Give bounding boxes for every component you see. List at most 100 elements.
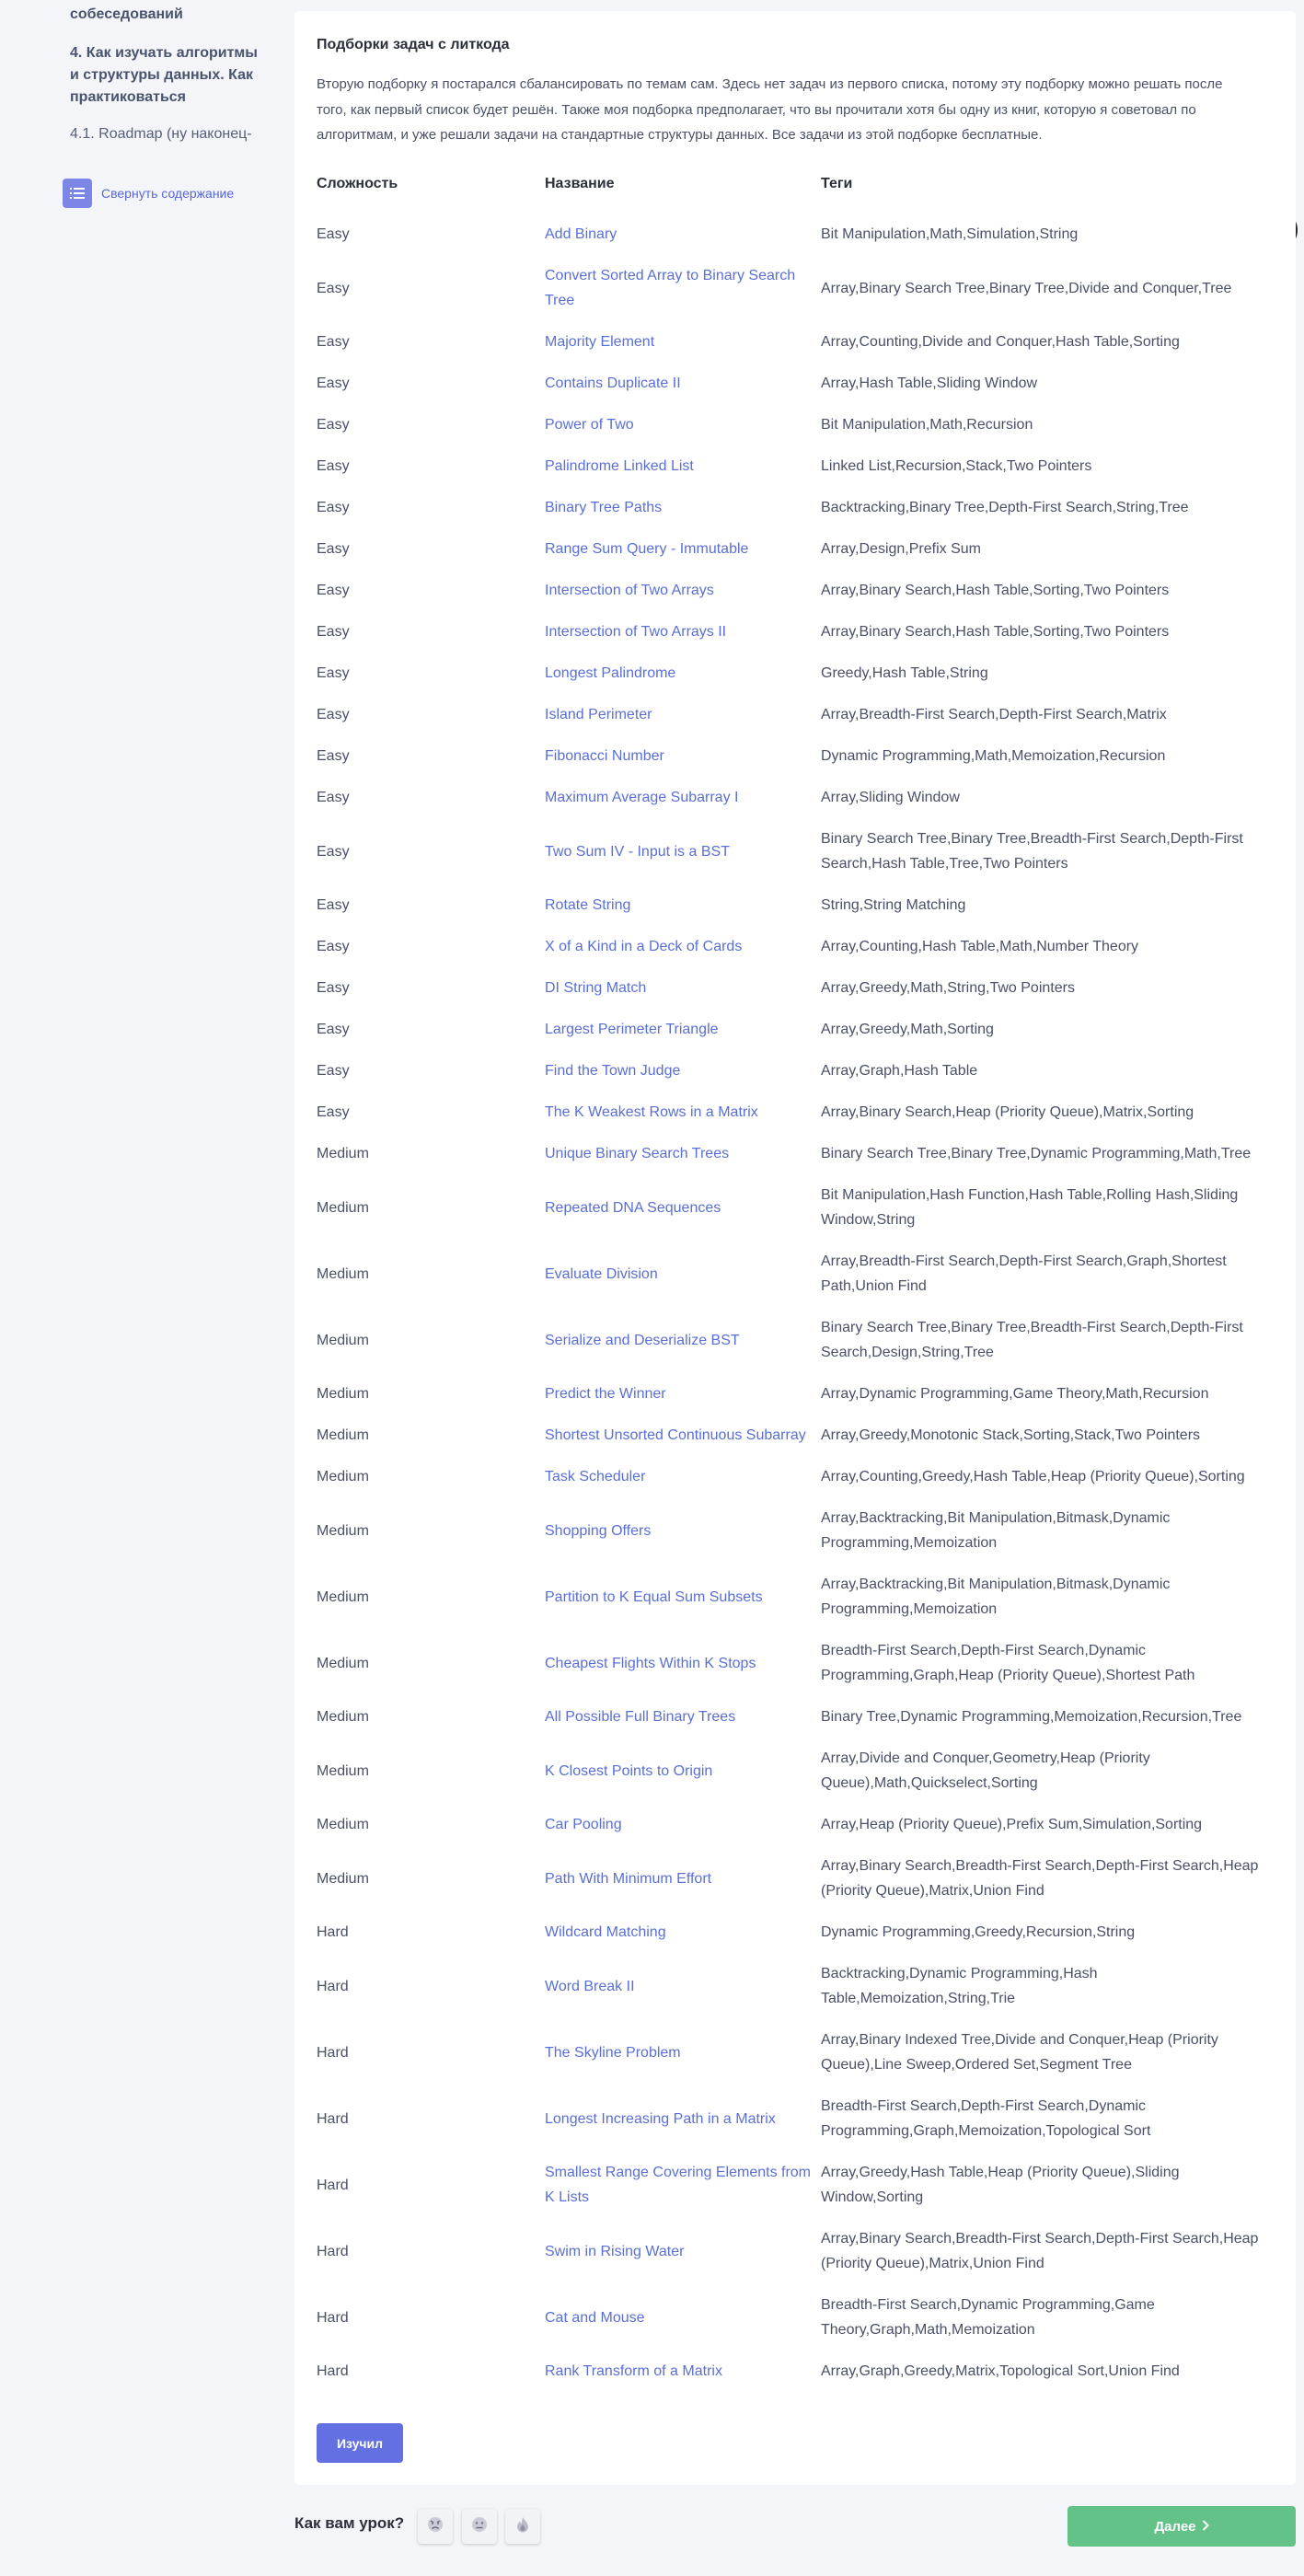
task-link[interactable]: K Closest Points to Origin bbox=[545, 1738, 821, 1804]
task-tags: Breadth-First Search,Depth-First Search,… bbox=[821, 2098, 1151, 2139]
task-link[interactable]: Smallest Range Covering Elements from K … bbox=[545, 2152, 821, 2218]
task-link[interactable]: Partition to K Equal Sum Subsets bbox=[545, 1564, 821, 1630]
angry-face-icon bbox=[426, 2515, 444, 2538]
table-row: Easy Maximum Average Subarray I Array,Slid… bbox=[317, 777, 1281, 818]
rate-bad-button[interactable] bbox=[418, 2509, 453, 2544]
task-link[interactable]: Serialize and Deserialize BST bbox=[545, 1307, 821, 1373]
task-difficulty: Hard bbox=[317, 1924, 349, 1940]
section-title: Подборки задач с литкода bbox=[317, 37, 510, 52]
task-link[interactable]: Contains Duplicate II bbox=[545, 363, 821, 404]
task-link[interactable]: Swim in Rising Water bbox=[545, 2218, 821, 2284]
table-row: Easy Contains Duplicate II Array,Hash Tabl… bbox=[317, 363, 1281, 404]
rate-great-button[interactable] bbox=[505, 2509, 540, 2544]
toc-item-algorithms[interactable]: 4. Как изучать алгоритмы и структуры дан… bbox=[70, 42, 268, 109]
task-link[interactable]: Cheapest Flights Within K Stops bbox=[545, 1630, 821, 1696]
task-link[interactable]: The K Weakest Rows in a Matrix bbox=[545, 1092, 821, 1133]
task-link[interactable]: All Possible Full Binary Trees bbox=[545, 1696, 821, 1738]
task-tags: Greedy,Hash Table,String bbox=[821, 665, 988, 681]
task-link[interactable]: Evaluate Division bbox=[545, 1241, 821, 1307]
table-row: Medium Unique Binary Search Trees Binary S… bbox=[317, 1133, 1281, 1174]
task-difficulty: Medium bbox=[317, 1709, 369, 1725]
toc-item-interviews[interactable]: собеседований bbox=[70, 4, 268, 26]
task-tags: Array,Divide and Conquer,Geometry,Heap (… bbox=[821, 1750, 1150, 1791]
task-link[interactable]: Rank Transform of a Matrix bbox=[545, 2351, 821, 2392]
task-tags: Backtracking,Dynamic Programming,Hash Ta… bbox=[821, 1966, 1098, 2006]
task-tags: Array,Graph,Hash Table bbox=[821, 1063, 978, 1079]
task-link[interactable]: Shopping Offers bbox=[545, 1497, 821, 1564]
task-link[interactable]: Longest Increasing Path in a Matrix bbox=[545, 2085, 821, 2152]
task-tags: Array,Dynamic Programming,Game Theory,Ma… bbox=[821, 1386, 1209, 1402]
task-tags: Array,Counting,Greedy,Hash Table,Heap (P… bbox=[821, 1469, 1245, 1484]
task-tags: Array,Backtracking,Bit Manipulation,Bitm… bbox=[821, 1510, 1171, 1551]
task-tags: Array,Binary Search,Hash Table,Sorting,T… bbox=[821, 624, 1170, 640]
neutral-face-icon bbox=[470, 2515, 489, 2538]
learned-button[interactable]: Изучил bbox=[317, 2423, 403, 2463]
task-link[interactable]: Wildcard Matching bbox=[545, 1912, 821, 1953]
task-link[interactable]: Add Binary bbox=[545, 214, 821, 255]
task-difficulty: Medium bbox=[317, 1427, 369, 1443]
task-link[interactable]: Predict the Winner bbox=[545, 1373, 821, 1415]
task-link[interactable]: Largest Perimeter Triangle bbox=[545, 1009, 821, 1050]
task-link[interactable]: Longest Palindrome bbox=[545, 653, 821, 694]
next-lesson-button[interactable]: Далее bbox=[1067, 2506, 1296, 2547]
task-tags: Array,Graph,Greedy,Matrix,Topological So… bbox=[821, 2363, 1180, 2379]
task-link[interactable]: Convert Sorted Array to Binary Search Tr… bbox=[545, 255, 821, 321]
task-tags: Array,Binary Search,Heap (Priority Queue… bbox=[821, 1104, 1194, 1120]
task-link[interactable]: Intersection of Two Arrays II bbox=[545, 611, 821, 653]
table-row: Easy Largest Perimeter Triangle Array,Gree… bbox=[317, 1009, 1281, 1050]
task-link[interactable]: Shortest Unsorted Continuous Subarray bbox=[545, 1415, 821, 1456]
list-icon bbox=[63, 179, 92, 208]
column-header-tags: Теги bbox=[821, 176, 853, 191]
task-link[interactable]: The Skyline Problem bbox=[545, 2019, 821, 2085]
task-link[interactable]: Intersection of Two Arrays bbox=[545, 570, 821, 611]
task-link[interactable]: Repeated DNA Sequences bbox=[545, 1174, 821, 1241]
task-difficulty: Easy bbox=[317, 417, 350, 433]
task-link[interactable]: Power of Two bbox=[545, 404, 821, 445]
task-difficulty: Hard bbox=[317, 2110, 349, 2127]
task-tags: Array,Hash Table,Sliding Window bbox=[821, 375, 1038, 391]
task-tags: Array,Breadth-First Search,Depth-First S… bbox=[821, 1253, 1227, 1294]
task-link[interactable]: Rotate String bbox=[545, 884, 821, 926]
task-tags: Array,Binary Indexed Tree,Divide and Con… bbox=[821, 2032, 1218, 2073]
task-link[interactable]: Task Scheduler bbox=[545, 1456, 821, 1497]
collapse-toc-button[interactable]: Свернуть содержание bbox=[63, 179, 234, 208]
table-row: Hard Longest Increasing Path in a Matrix B… bbox=[317, 2085, 1281, 2152]
table-row: Hard Smallest Range Covering Elements fro… bbox=[317, 2152, 1281, 2218]
rate-lesson-label: Как вам урок? bbox=[294, 2514, 405, 2532]
task-link[interactable]: Path With Minimum Effort bbox=[545, 1845, 821, 1912]
task-tags: Array,Design,Prefix Sum bbox=[821, 541, 981, 557]
table-row: Hard Swim in Rising Water Array,Binary Sea… bbox=[317, 2218, 1281, 2284]
table-row: Medium Serialize and Deserialize BST Binar… bbox=[317, 1307, 1281, 1373]
task-link[interactable]: DI String Match bbox=[545, 967, 821, 1009]
task-difficulty: Easy bbox=[317, 939, 350, 954]
rate-neutral-button[interactable] bbox=[462, 2509, 497, 2544]
task-tags: Array,Binary Search,Breadth-First Search… bbox=[821, 1858, 1259, 1899]
task-link[interactable]: Car Pooling bbox=[545, 1804, 821, 1845]
task-link[interactable]: Palindrome Linked List bbox=[545, 445, 821, 487]
task-difficulty: Easy bbox=[317, 1022, 350, 1037]
task-link[interactable]: Word Break II bbox=[545, 1953, 821, 2019]
task-link[interactable]: Range Sum Query - Immutable bbox=[545, 528, 821, 570]
task-link[interactable]: Binary Tree Paths bbox=[545, 487, 821, 528]
task-link[interactable]: Fibonacci Number bbox=[545, 735, 821, 777]
task-link[interactable]: Two Sum IV - Input is a BST bbox=[545, 818, 821, 884]
task-link[interactable]: Maximum Average Subarray I bbox=[545, 777, 821, 818]
table-row: Easy Add Binary Bit Manipulation,Math,Simu… bbox=[317, 214, 1281, 255]
task-tags: Array,Sliding Window bbox=[821, 790, 960, 805]
task-difficulty: Easy bbox=[317, 226, 350, 242]
task-link[interactable]: Cat and Mouse bbox=[545, 2284, 821, 2351]
toc-item-roadmap[interactable]: 4.1. Roadmap (ну наконец- bbox=[70, 123, 268, 155]
task-link[interactable]: Find the Town Judge bbox=[545, 1050, 821, 1092]
table-row: Hard Cat and Mouse Breadth-First Search,Dy… bbox=[317, 2284, 1281, 2351]
table-row: Medium Car Pooling Array,Heap (Priority Qu… bbox=[317, 1804, 1281, 1845]
task-tags: Array,Greedy,Math,Sorting bbox=[821, 1022, 994, 1037]
table-row: Easy Convert Sorted Array to Binary Searc… bbox=[317, 255, 1281, 321]
task-link[interactable]: Unique Binary Search Trees bbox=[545, 1133, 821, 1174]
task-tags: Breadth-First Search,Depth-First Search,… bbox=[821, 1643, 1195, 1683]
table-row: Medium Evaluate Division Array,Breadth-Fir… bbox=[317, 1241, 1281, 1307]
task-difficulty: Medium bbox=[317, 1386, 369, 1402]
task-link[interactable]: Majority Element bbox=[545, 321, 821, 363]
task-link[interactable]: X of a Kind in a Deck of Cards bbox=[545, 926, 821, 967]
task-link[interactable]: Island Perimeter bbox=[545, 694, 821, 735]
collapse-toc-label: Свернуть содержание bbox=[101, 186, 235, 201]
